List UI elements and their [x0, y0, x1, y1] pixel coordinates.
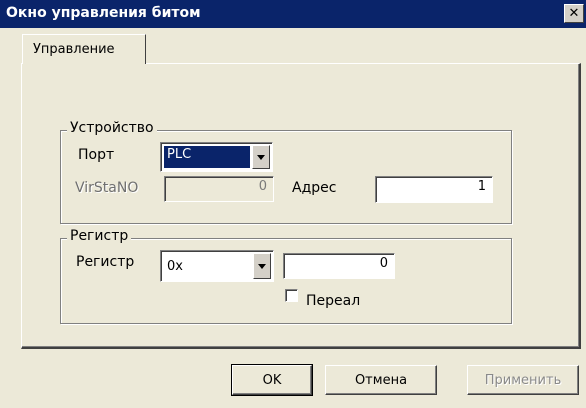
apply-button-label: Применить	[484, 372, 562, 388]
address-label: Адрес	[292, 180, 337, 196]
register-group	[60, 238, 512, 324]
tab-control-label: Управление	[33, 42, 115, 57]
ok-button[interactable]: OK	[231, 364, 313, 396]
register-type-select[interactable]: 0x	[160, 250, 274, 282]
register-label: Регистр	[76, 254, 135, 270]
title-bar: Окно управления битом ✕	[0, 0, 586, 28]
virstano-field: 0	[164, 176, 274, 202]
chevron-down-icon	[257, 154, 265, 160]
realtime-label: Переал	[306, 293, 361, 309]
close-icon: ✕	[568, 6, 580, 21]
register-value-field[interactable]: 0	[283, 253, 395, 279]
cancel-button-label: Отмена	[354, 372, 408, 388]
register-group-label: Регистр	[67, 228, 132, 244]
realtime-checkbox[interactable]	[285, 289, 298, 302]
port-select-value: PLC	[164, 146, 250, 168]
device-group-label: Устройство	[67, 120, 157, 136]
address-field[interactable]: 1	[375, 176, 493, 203]
ok-button-label: OK	[262, 372, 282, 388]
register-type-dropdown-button[interactable]	[253, 253, 271, 279]
port-dropdown-button[interactable]	[252, 145, 270, 169]
chevron-down-icon	[258, 263, 266, 269]
apply-button: Применить	[467, 365, 579, 395]
port-label: Порт	[78, 147, 115, 163]
tab-control[interactable]: Управление	[22, 34, 146, 64]
window-title: Окно управления битом	[6, 5, 201, 21]
register-type-value: 0x	[167, 259, 183, 274]
cancel-button[interactable]: Отмена	[325, 365, 437, 395]
virstano-label: VirStaNO	[75, 180, 139, 196]
port-select[interactable]: PLC	[160, 142, 273, 172]
close-button[interactable]: ✕	[564, 4, 584, 23]
